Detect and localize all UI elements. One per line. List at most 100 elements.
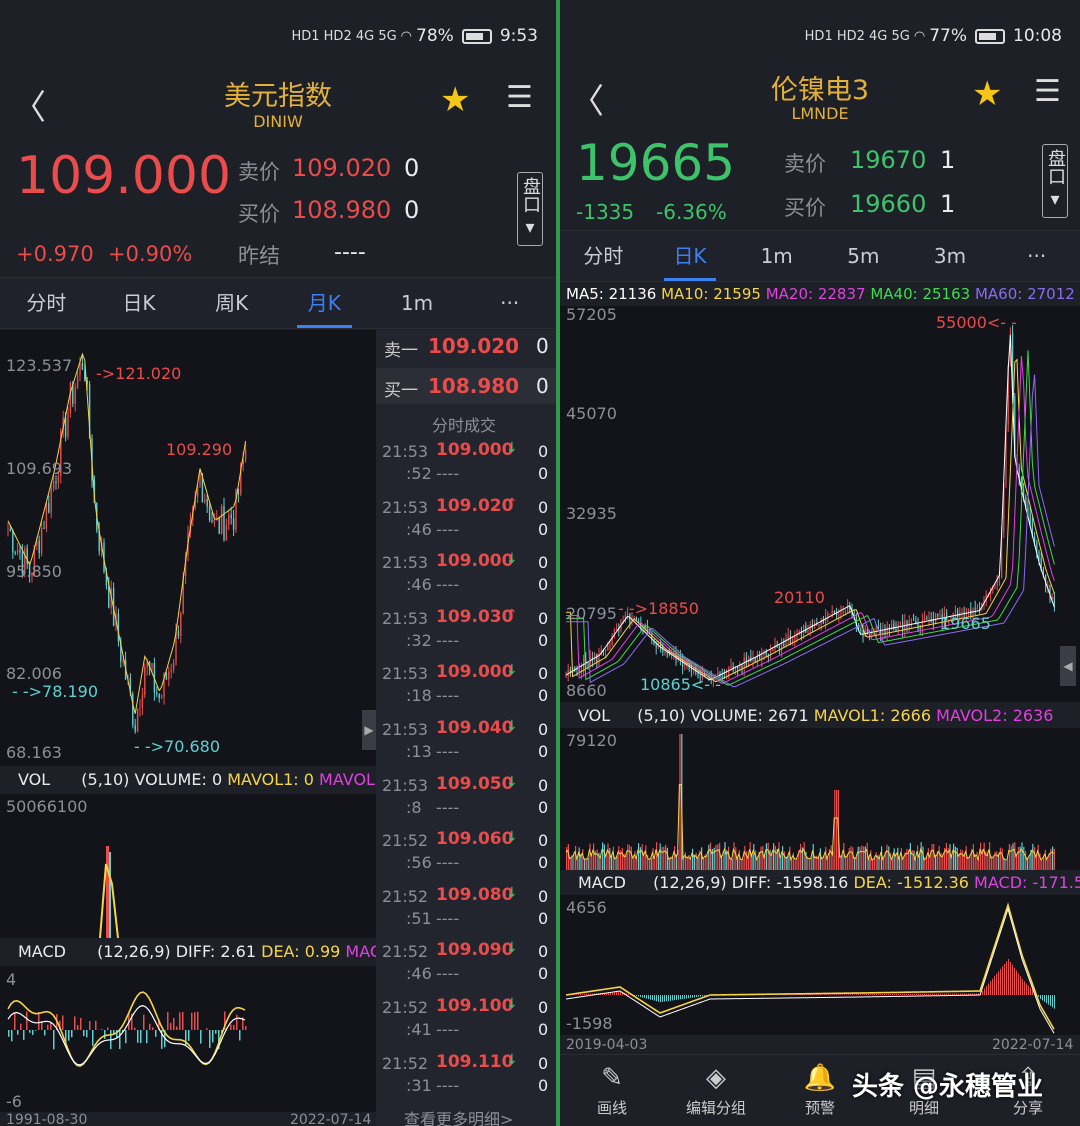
macd-bar [616, 992, 617, 995]
macd-bar [942, 993, 943, 995]
trade-price: 109.100 [436, 996, 514, 1016]
candle-body [844, 611, 846, 613]
volume-bar [794, 858, 796, 870]
tab-intraday[interactable]: 分时 [560, 231, 647, 281]
network-icons: HD1 HD2 4G 5G [804, 28, 910, 44]
trade-sec: :52 [406, 464, 432, 483]
macd-bar [886, 994, 887, 995]
price-change: +0.970 [16, 242, 94, 266]
tab-more[interactable]: ··· [993, 231, 1080, 281]
candle-body [160, 696, 163, 699]
tab-5m[interactable]: 5m [820, 231, 907, 281]
macd-bottom-label: -6 [6, 1092, 22, 1111]
bid-qty: 1 [940, 190, 956, 218]
candle-body [144, 667, 146, 696]
tab-monthly-k[interactable]: 月K [278, 278, 371, 328]
trade-row: 21:52 :51 109.080 ↓ ---- 0 0 [376, 879, 556, 935]
candle-body [199, 473, 201, 486]
trade-row: 21:52 :31 109.110 ↓ ---- 0 0 [376, 1046, 556, 1102]
macd-bar [990, 981, 991, 995]
tab-more[interactable]: ··· [463, 278, 556, 328]
macd-bar [107, 1027, 109, 1030]
menu-icon[interactable]: ☰ [506, 80, 533, 115]
macd-bar [233, 1024, 235, 1030]
volume-bar [740, 859, 742, 870]
macd-bar [814, 994, 815, 995]
macd-bar [866, 994, 867, 995]
macd-bar [864, 994, 865, 995]
candle-body [76, 375, 79, 388]
low-annotation: - ->70.680 [134, 737, 221, 756]
macd-bar [952, 993, 953, 995]
more-trades-link[interactable]: 查看更多明细> [404, 1106, 513, 1126]
macd-bar [648, 995, 649, 1000]
trade-price: 109.030 [436, 606, 514, 627]
macd-bar [182, 1011, 184, 1030]
trade-qty: 0 [538, 553, 549, 573]
trade-qty: 0 [538, 797, 549, 817]
volume-bar [760, 846, 762, 870]
volume-bar [744, 846, 746, 870]
trade-sec: :13 [406, 742, 432, 761]
trade-qty: 0 [538, 664, 549, 684]
macd-bar [654, 995, 655, 1001]
macd-label: MACD [18, 942, 66, 961]
macd-bar [988, 983, 989, 995]
macd-bar [852, 994, 853, 995]
macd-bar [119, 1030, 121, 1050]
volume-bar [672, 856, 674, 870]
expand-handle-icon[interactable]: ◀ [1060, 646, 1076, 686]
edit-group-button[interactable]: ◈ 编辑分组 [664, 1055, 768, 1126]
candle-body [81, 362, 84, 370]
macd-bar [618, 991, 619, 995]
macd-svg [565, 902, 1055, 1034]
macd-bar [892, 993, 893, 995]
tab-1m[interactable]: 1m [733, 231, 820, 281]
trade-qty: 0 [538, 608, 549, 628]
start-date: 2019-04-03 [566, 1037, 648, 1053]
volume-bar [708, 844, 710, 870]
candle-body [139, 707, 141, 709]
candlestick-chart[interactable] [560, 306, 1080, 702]
menu-icon[interactable]: ☰ [1034, 74, 1061, 109]
macd-bar [29, 1030, 31, 1033]
battery-percent: 77% [929, 26, 967, 46]
trade-dash: ---- [436, 630, 460, 650]
vol-label: VOL [18, 770, 51, 789]
trade-qty: 0 [538, 831, 549, 851]
order-book-toggle[interactable]: 盘口 ▾ [1042, 144, 1068, 218]
vol-value: VOLUME: 0 [134, 770, 223, 789]
candle-body [38, 540, 40, 554]
macd-info: MACD (12,26,9) DIFF: 2.61 DEA: 0.99 MAC [0, 940, 381, 964]
candle-body [910, 619, 912, 622]
volume-bar [1053, 848, 1055, 870]
expand-handle-icon[interactable]: ▶ [362, 710, 376, 750]
volume-bar [960, 849, 962, 870]
candle-body [48, 502, 50, 513]
favorite-star-icon[interactable]: ★ [972, 74, 1002, 114]
macd-bar [698, 995, 699, 997]
tab-intraday[interactable]: 分时 [0, 278, 93, 328]
macd-bar [652, 995, 653, 1001]
tab-daily-k[interactable]: 日K [93, 278, 186, 328]
volume-bar [888, 846, 890, 870]
volume-bar [861, 845, 863, 870]
battery-icon [975, 28, 1005, 44]
trade-qty: 0 [538, 886, 549, 906]
order-book-toggle[interactable]: 盘口 ▾ [517, 172, 543, 246]
tab-weekly-k[interactable]: 周K [185, 278, 278, 328]
tab-daily-k[interactable]: 日K [647, 231, 734, 281]
tab-1m[interactable]: 1m [371, 278, 464, 328]
macd-bar [11, 1030, 13, 1042]
macd-bar [650, 995, 651, 1000]
macd-bar [89, 1021, 91, 1030]
favorite-star-icon[interactable]: ★ [440, 80, 470, 120]
candle-body [814, 623, 816, 629]
draw-line-button[interactable]: ✎ 画线 [560, 1055, 664, 1126]
macd-bar [14, 1012, 16, 1030]
candle-body [913, 619, 915, 621]
macd-bar [956, 993, 957, 995]
candle-body [954, 610, 956, 614]
candle-body [807, 630, 809, 633]
tab-3m[interactable]: 3m [907, 231, 994, 281]
